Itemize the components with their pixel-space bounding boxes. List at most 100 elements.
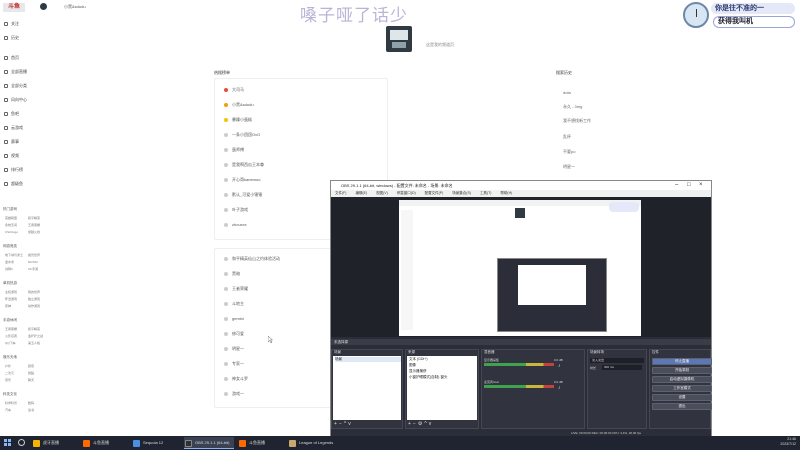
sidebar-sub-item[interactable]: 舞蹈 <box>28 371 50 376</box>
sidebar-section-title[interactable]: 娱乐天地 <box>3 354 49 360</box>
sidebar-sub-item[interactable]: 和平精英 <box>28 327 50 332</box>
sidebar-item-video[interactable]: 视频 <box>3 152 49 160</box>
sidebar-section-title[interactable]: 手游休闲 <box>3 317 49 323</box>
close-icon[interactable]: × <box>699 181 703 190</box>
sidebar-item-all-category[interactable]: 全部分类 <box>3 82 49 90</box>
sidebar-item-events[interactable]: 赛事 <box>3 138 49 146</box>
recommend-item[interactable]: 和平精英仙山之约体验活动 <box>224 255 280 263</box>
hot-search-item[interactable]: 大司马 <box>224 86 244 94</box>
speaker-icon[interactable]: ♪ <box>558 385 561 391</box>
sidebar-item-super[interactable]: 超级鱼 <box>3 180 49 188</box>
sidebar-item-rank[interactable]: 排行榜 <box>3 166 49 174</box>
sidebar-sub-item[interactable]: 穿越火线 <box>28 230 50 235</box>
menu-help[interactable]: 帮助(H) <box>500 191 512 195</box>
sidebar-sub-item[interactable]: 二次元 <box>5 371 27 376</box>
sidebar-item-fishbar[interactable]: 鱼吧 <box>3 110 49 118</box>
source-item[interactable]: 图像 <box>409 363 416 368</box>
virtual-camera-button[interactable]: 启动虚拟摄像机 <box>652 376 712 383</box>
sidebar-item-trend[interactable]: 风向中心 <box>3 96 49 104</box>
sidebar-sub-item[interactable]: 读书 <box>28 408 50 413</box>
sidebar-sub-item[interactable]: 颜值 <box>28 364 50 369</box>
taskbar-app-active[interactable]: OBS 29.1.1 (64-bit) <box>184 437 234 449</box>
sidebar-sub-item[interactable]: 原神 <box>5 304 27 309</box>
menu-view[interactable]: 视图(V) <box>376 191 388 195</box>
recommend-item[interactable]: 修可爱 <box>224 330 244 338</box>
hot-search-item[interactable]: zhouxxx <box>224 221 247 229</box>
sidebar-sub-item[interactable]: QQ飞车 <box>5 341 27 346</box>
stop-streaming-button[interactable]: 停止直播 <box>652 358 712 365</box>
hot-search-item[interactable]: 蛋师傅 <box>224 146 244 154</box>
taskbar-app[interactable]: 虎牙直播 <box>32 437 78 449</box>
taskbar-app[interactable]: 斗鱼直播 <box>82 437 128 449</box>
windows-start-icon[interactable] <box>4 439 11 446</box>
down-icon[interactable]: v <box>429 421 434 427</box>
sidebar-sub-item[interactable]: 逆水寒 <box>5 260 27 265</box>
search-icon[interactable] <box>18 439 25 446</box>
menu-tools[interactable]: 工具(T) <box>480 191 491 195</box>
sidebar-item-home[interactable]: 首页 <box>3 54 49 62</box>
minimize-icon[interactable]: – <box>675 181 678 190</box>
sidebar-sub-item[interactable]: 剑网3 <box>5 267 27 272</box>
sidebar-sub-item[interactable]: 户外 <box>5 364 27 369</box>
user-avatar-icon[interactable] <box>40 3 47 10</box>
obs-preview-area[interactable] <box>331 197 711 337</box>
scene-item[interactable]: 场景 <box>335 357 401 362</box>
sidebar-sub-item[interactable]: 永劫无间 <box>5 223 27 228</box>
sidebar-section-title[interactable]: 热门游戏 <box>3 206 49 212</box>
studio-mode-button[interactable]: 工作室模式 <box>652 385 712 392</box>
channel-avatar[interactable] <box>386 26 412 52</box>
sidebar-sub-item[interactable]: 动作游戏 <box>28 304 50 309</box>
sidebar-sub-item[interactable]: 王者荣耀 <box>28 223 50 228</box>
sidebar-section-title[interactable]: 网游竞技 <box>3 243 49 249</box>
recommend-item[interactable]: 黑暗 <box>224 270 240 278</box>
duration-input[interactable]: 300 ms <box>602 365 642 370</box>
sidebar-sub-item[interactable]: 数码 <box>28 401 50 406</box>
source-item[interactable]: 文本 (GDI+) <box>409 357 428 362</box>
start-recording-button[interactable]: 开始录制 <box>652 367 712 374</box>
search-history-item[interactable]: 乱杯 <box>563 134 571 140</box>
sidebar-sub-item[interactable]: CF手游 <box>28 267 50 272</box>
sidebar-sub-item[interactable]: 金铲铲之战 <box>28 334 50 339</box>
transition-select[interactable]: 淡入淡出 <box>590 358 644 363</box>
sidebar-sub-item[interactable]: 独立游戏 <box>28 297 50 302</box>
hot-search-item[interactable]: 暴躁小蛋糕 <box>224 116 252 124</box>
sidebar-sub-item[interactable]: 怀旧游戏 <box>5 297 27 302</box>
speaker-icon[interactable]: ♪ <box>558 363 561 369</box>
menu-file[interactable]: 文件(F) <box>335 191 346 195</box>
recommend-item[interactable]: 游戏一 <box>224 390 244 398</box>
taskbar-app[interactable]: 斗鱼直播 <box>238 437 284 449</box>
sidebar-sub-item[interactable]: 第五人格 <box>28 341 50 346</box>
hot-search-item[interactable]: 小黑&sdudu <box>224 101 254 109</box>
maximize-icon[interactable]: □ <box>687 181 691 190</box>
sidebar-section-title[interactable]: 科技文化 <box>3 391 49 397</box>
sidebar-sub-item[interactable]: 火影忍者 <box>5 334 27 339</box>
source-item[interactable]: 小窗护眼模式(自制)-窗头 <box>409 375 448 380</box>
sidebar-sub-item[interactable]: 王者荣耀 <box>5 327 27 332</box>
taskbar-app[interactable]: League of Legends <box>288 437 344 449</box>
app-logo[interactable]: 斗鱼 <box>3 3 25 12</box>
menu-docks[interactable]: 停靠窗口(D) <box>397 191 416 195</box>
sidebar-sub-item[interactable]: 地下城与勇士 <box>5 253 27 258</box>
system-tray[interactable]: 21:46 2023/7/12 <box>780 437 796 447</box>
sidebar-sub-item[interactable]: 魔兽世界 <box>28 253 50 258</box>
hot-search-item[interactable]: 是我啊西瓜王本尊 <box>224 161 264 169</box>
search-history-item[interactable]: 永久 - 3mg <box>563 104 582 110</box>
hot-search-item[interactable]: 开心哥kanemoo <box>224 176 260 184</box>
sidebar-sub-item[interactable]: 我的世界 <box>28 290 50 295</box>
sidebar-item-cloud-game[interactable]: 云游戏 <box>3 124 49 132</box>
recommend-item[interactable]: 王者荣耀 <box>224 285 248 293</box>
obs-title-bar[interactable]: OBS 29.1.1 (64-bit, windows) - 配置文件: 未命名… <box>331 181 711 190</box>
sidebar-item-follow[interactable]: 关注 <box>3 20 49 28</box>
menu-scene-collection[interactable]: 场景集合(S) <box>452 191 471 195</box>
sidebar-sub-item[interactable]: 聊天 <box>28 378 50 383</box>
scenes-list[interactable]: 场景 <box>333 356 401 420</box>
sidebar-sub-item[interactable]: 和平精英 <box>28 216 50 221</box>
search-history-item[interactable]: 我不想找新工作 <box>563 118 591 124</box>
search-history-item[interactable]: 不要po <box>563 149 575 155</box>
recommend-item[interactable]: 神女斗罗 <box>224 375 248 383</box>
hot-search-item[interactable]: 一条小团团OvO <box>224 131 260 139</box>
source-item[interactable]: 显示器捕获 <box>409 369 427 374</box>
sidebar-sub-item[interactable]: 科学科普 <box>5 401 27 406</box>
sources-list[interactable]: 文本 (GDI+) 图像 显示器捕获 小窗护眼模式(自制)-窗头 <box>407 356 477 420</box>
sidebar-section-title[interactable]: 单机热游 <box>3 280 49 286</box>
